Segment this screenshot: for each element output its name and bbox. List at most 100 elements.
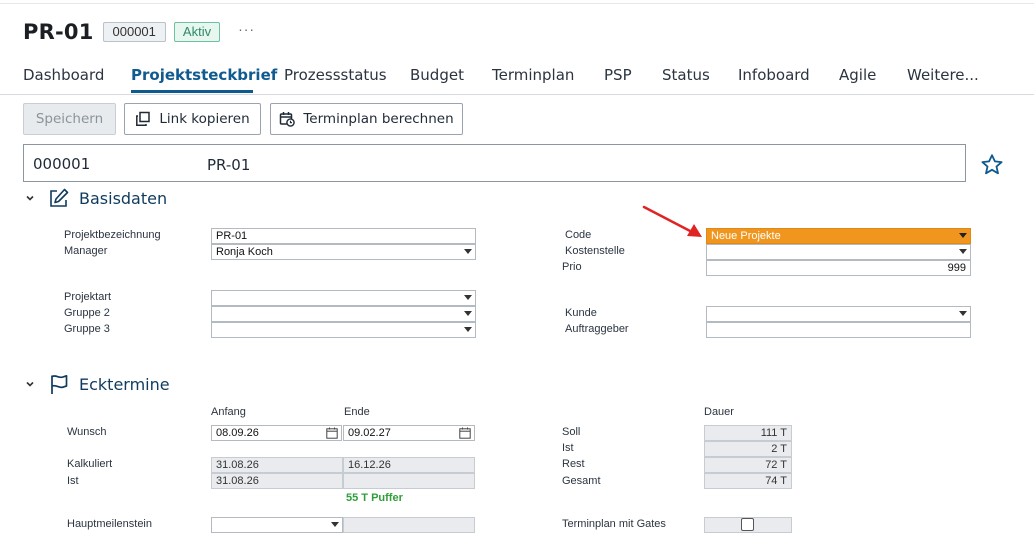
- gesamt-value: 74 T: [765, 475, 787, 487]
- tab-dashboard[interactable]: Dashboard: [23, 66, 104, 84]
- tab-infoboard[interactable]: Infoboard: [738, 66, 810, 84]
- manager-select[interactable]: Ronja Koch: [211, 244, 476, 260]
- section-ecktermine-header[interactable]: Ecktermine: [25, 372, 170, 396]
- kalkuliert-ende-value: 16.12.26: [348, 459, 391, 471]
- gates-checkbox[interactable]: [741, 518, 754, 531]
- rest-field: 72 T: [704, 457, 792, 473]
- tab-bar: Dashboard Projektsteckbrief Prozessstatu…: [0, 60, 1034, 94]
- project-number: 000001: [33, 155, 91, 173]
- projektbezeichnung-input[interactable]: PR-01: [211, 228, 476, 244]
- rest-value: 72 T: [765, 459, 787, 471]
- calendar-icon[interactable]: [459, 427, 471, 439]
- tab-budget[interactable]: Budget: [410, 66, 464, 84]
- auftraggeber-input[interactable]: [706, 322, 971, 338]
- tab-status[interactable]: Status: [662, 66, 710, 84]
- project-id-badge: 000001: [102, 22, 166, 42]
- gruppe3-label: Gruppe 3: [64, 323, 110, 335]
- projektart-label: Projektart: [64, 291, 112, 303]
- ist-anfang-field: 31.08.26: [211, 473, 343, 489]
- status-badge: Aktiv: [173, 22, 221, 42]
- gates-label: Terminplan mit Gates: [562, 518, 666, 530]
- active-tab-indicator: [131, 90, 253, 93]
- ist-ende-field: [343, 473, 475, 489]
- kalkuliert-ende-field: 16.12.26: [343, 457, 475, 473]
- ist-dauer-field: 2 T: [704, 441, 792, 457]
- soll-value: 111 T: [760, 427, 787, 439]
- soll-field: 111 T: [704, 425, 792, 441]
- rest-label: Rest: [562, 458, 585, 470]
- ist-anfang-value: 31.08.26: [216, 475, 259, 487]
- kunde-select[interactable]: [706, 306, 971, 322]
- soll-label: Soll: [562, 426, 581, 438]
- kostenstelle-select[interactable]: [706, 244, 971, 260]
- tab-weitere[interactable]: Weitere...: [907, 66, 979, 84]
- hauptmeilenstein-label: Hauptmeilenstein: [67, 518, 152, 530]
- wunsch-anfang-input[interactable]: 08.09.26: [211, 425, 342, 441]
- tab-terminplan[interactable]: Terminplan: [492, 66, 574, 84]
- dropdown-caret-icon: [959, 311, 967, 316]
- kalkuliert-anfang-value: 31.08.26: [216, 459, 259, 471]
- star-icon[interactable]: [980, 153, 1004, 177]
- chevron-down-icon: [26, 381, 34, 387]
- tab-projektsteckbrief[interactable]: Projektsteckbrief: [131, 66, 277, 84]
- calculate-schedule-label: Terminplan berechnen: [303, 111, 454, 127]
- wunsch-label: Wunsch: [67, 426, 107, 438]
- dropdown-caret-icon: [464, 311, 472, 316]
- dropdown-caret-icon: [464, 249, 472, 254]
- projektbezeichnung-label: Projektbezeichnung: [64, 229, 161, 241]
- code-label: Code: [565, 229, 592, 241]
- puffer-indicator: 55 T Puffer: [346, 492, 403, 504]
- page-header: PR-01 000001 Aktiv ···: [23, 18, 255, 46]
- tab-agile[interactable]: Agile: [839, 66, 876, 84]
- calendar-icon[interactable]: [326, 427, 338, 439]
- dropdown-caret-icon: [959, 249, 967, 254]
- tab-prozessstatus[interactable]: Prozessstatus: [284, 66, 387, 84]
- more-actions-button[interactable]: ···: [238, 21, 255, 37]
- calculate-schedule-button[interactable]: Terminplan berechnen: [270, 103, 463, 135]
- chevron-down-icon: [26, 195, 34, 201]
- manager-label: Manager: [64, 245, 108, 257]
- code-select[interactable]: Neue Projekte: [706, 228, 971, 244]
- kalkuliert-label: Kalkuliert: [67, 458, 113, 470]
- section-basisdaten-header[interactable]: Basisdaten: [25, 186, 167, 210]
- kostenstelle-label: Kostenstelle: [565, 245, 625, 257]
- code-value: Neue Projekte: [711, 230, 781, 242]
- gruppe3-select[interactable]: [211, 322, 476, 338]
- projektart-select[interactable]: [211, 290, 476, 306]
- hauptmeilenstein-select[interactable]: [211, 517, 343, 533]
- dropdown-caret-icon: [464, 327, 472, 332]
- prio-value: 999: [947, 262, 966, 274]
- wunsch-anfang-value: 08.09.26: [216, 427, 259, 439]
- project-title-field[interactable]: 000001 PR-01: [23, 144, 966, 182]
- prio-label: Prio: [562, 261, 582, 273]
- projektbezeichnung-value: PR-01: [216, 230, 248, 242]
- dropdown-caret-icon: [331, 522, 339, 527]
- page-title: PR-01: [23, 20, 94, 44]
- top-divider: [0, 3, 1034, 4]
- ist-label: Ist: [67, 475, 79, 487]
- wunsch-ende-value: 09.02.27: [348, 427, 391, 439]
- anfang-column-header: Anfang: [211, 406, 246, 418]
- dauer-column-header: Dauer: [704, 406, 734, 418]
- dropdown-caret-icon: [464, 295, 472, 300]
- gesamt-label: Gesamt: [562, 475, 601, 487]
- auftraggeber-label: Auftraggeber: [565, 323, 629, 335]
- edit-icon: [50, 188, 69, 207]
- ist-dauer-label: Ist: [562, 442, 574, 454]
- ist-dauer-value: 2 T: [771, 443, 787, 455]
- prio-input[interactable]: 999: [706, 260, 971, 276]
- tabs-divider: [0, 94, 1034, 95]
- gruppe2-select[interactable]: [211, 306, 476, 322]
- tab-psp[interactable]: PSP: [604, 66, 632, 84]
- kunde-label: Kunde: [565, 307, 597, 319]
- wunsch-ende-input[interactable]: 09.02.27: [343, 425, 475, 441]
- ende-column-header: Ende: [344, 406, 370, 418]
- calendar-clock-icon: [280, 112, 296, 127]
- gesamt-field: 74 T: [704, 473, 792, 489]
- project-name: PR-01: [207, 156, 251, 174]
- copy-link-label: Link kopieren: [159, 111, 250, 127]
- flag-icon: [51, 374, 68, 394]
- manager-value: Ronja Koch: [216, 246, 273, 258]
- copy-link-button[interactable]: Link kopieren: [124, 103, 261, 135]
- save-button[interactable]: Speichern: [23, 103, 116, 135]
